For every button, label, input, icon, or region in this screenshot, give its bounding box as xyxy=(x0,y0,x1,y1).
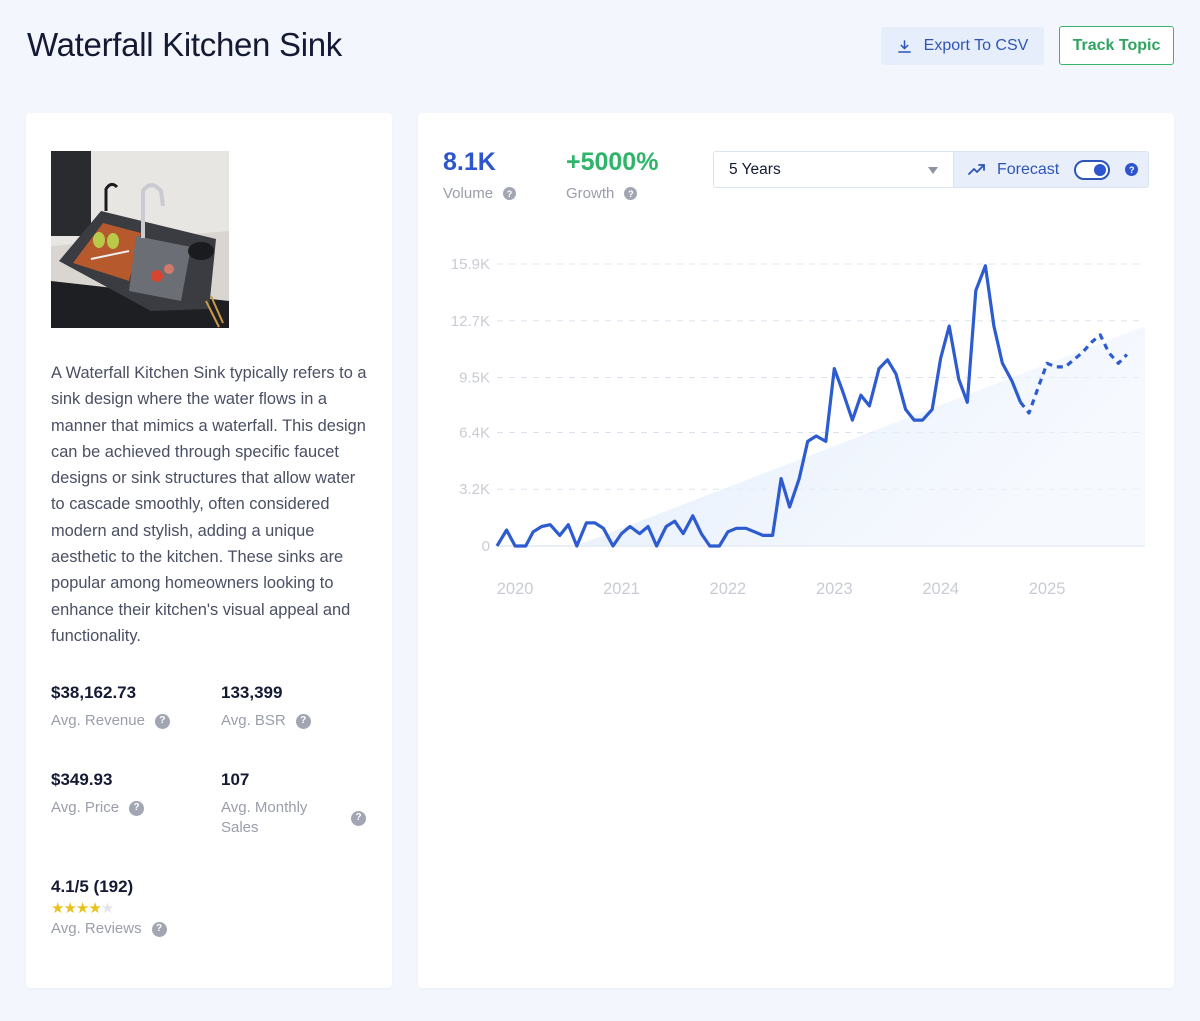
stat-avg-revenue: $38,162.73 Avg. Revenue? xyxy=(51,683,170,731)
help-icon[interactable]: ? xyxy=(129,800,145,816)
avg-revenue-label: Avg. Revenue xyxy=(51,712,145,729)
x-tick-label: 2021 xyxy=(603,580,640,598)
stat-avg-reviews: 4.1/5 (192) ★★★★★ Avg. Reviews? xyxy=(51,877,167,939)
stat-avg-bsr: 133,399 Avg. BSR? xyxy=(221,683,311,731)
avg-reviews-value: 4.1/5 (192) xyxy=(51,877,134,896)
volume-chart: 0 3.2K 6.4K 9.5K 12.7K 15.9K 2020 2021 2022 2023 2… xyxy=(451,256,1145,598)
stat-avg-price: $349.93 Avg. Price? xyxy=(51,770,145,818)
help-icon[interactable]: ? xyxy=(295,713,311,729)
sink-photo-illustration xyxy=(51,151,229,328)
export-csv-button[interactable]: Export To CSV xyxy=(881,27,1044,65)
page: Waterfall Kitchen Sink Export To CSV Tra… xyxy=(0,0,1200,1021)
product-description: A Waterfall Kitchen Sink typically refer… xyxy=(51,364,367,645)
stat-avg-monthly-sales: 107 Avg. Monthly Sales? xyxy=(221,770,366,838)
y-tick-label: 0 xyxy=(482,538,490,555)
track-topic-button[interactable]: Track Topic xyxy=(1059,26,1174,65)
download-icon xyxy=(897,39,911,53)
avg-monthly-sales-value: 107 xyxy=(221,770,250,789)
avg-monthly-sales-label: Avg. Monthly Sales xyxy=(221,799,308,836)
x-tick-label: 2024 xyxy=(922,580,959,598)
trend-chart-card: 8.1K Volume? +5000% Growth? 5 Years Fore… xyxy=(418,113,1174,988)
avg-bsr-value: 133,399 xyxy=(221,683,283,702)
y-tick-label: 3.2K xyxy=(459,481,490,498)
rating-stars: ★★★★★ xyxy=(51,899,167,917)
trend-area xyxy=(575,326,1145,546)
star-filled-icon: ★ xyxy=(63,900,76,917)
y-tick-label: 12.7K xyxy=(451,313,490,330)
avg-reviews-label: Avg. Reviews xyxy=(51,920,142,937)
export-csv-label: Export To CSV xyxy=(923,37,1029,54)
star-filled-icon: ★ xyxy=(88,900,101,917)
y-tick-label: 9.5K xyxy=(459,370,490,387)
avg-bsr-label: Avg. BSR xyxy=(221,712,286,729)
avg-price-value: $349.93 xyxy=(51,770,113,789)
avg-price-label: Avg. Price xyxy=(51,799,120,816)
y-tick-label: 15.9K xyxy=(451,256,490,273)
x-tick-label: 2023 xyxy=(816,580,853,598)
avg-revenue-value: $38,162.73 xyxy=(51,683,137,702)
star-filled-icon: ★ xyxy=(51,900,64,917)
product-image xyxy=(51,151,229,328)
star-filled-icon: ★ xyxy=(75,900,89,917)
page-title: Waterfall Kitchen Sink xyxy=(27,26,342,63)
x-tick-label: 2022 xyxy=(710,580,747,598)
x-tick-label: 2025 xyxy=(1029,580,1066,598)
x-tick-label: 2020 xyxy=(497,580,534,598)
help-icon[interactable]: ? xyxy=(351,810,366,826)
y-tick-label: 6.4K xyxy=(459,424,490,441)
help-icon[interactable]: ? xyxy=(154,713,170,729)
product-info-card: A Waterfall Kitchen Sink typically refer… xyxy=(26,113,392,988)
help-icon[interactable]: ? xyxy=(151,921,167,937)
star-empty-icon: ★ xyxy=(100,900,114,917)
